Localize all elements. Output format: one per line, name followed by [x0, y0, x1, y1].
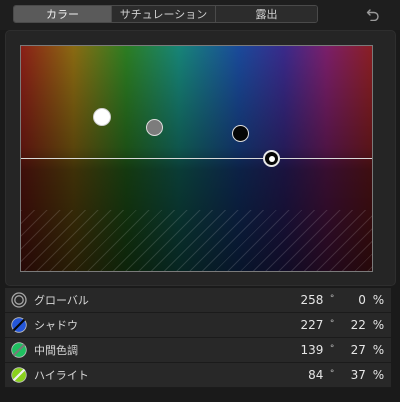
percent-symbol: %	[372, 368, 385, 382]
tab-exposure[interactable]: 露出	[216, 6, 317, 22]
amount-value[interactable]: 22	[339, 318, 366, 332]
amount-value[interactable]: 27	[339, 343, 366, 357]
negative-zone-hatch	[21, 210, 372, 271]
degree-symbol: °	[329, 319, 335, 329]
degree-symbol: °	[329, 369, 335, 379]
percent-symbol: %	[372, 318, 385, 332]
degree-symbol: °	[329, 294, 335, 304]
global-puck[interactable]	[93, 108, 111, 126]
highlights-swatch-icon	[11, 367, 27, 383]
list-item-highlights[interactable]: ハイライト 84 ° 37 %	[5, 363, 391, 388]
neutral-line	[21, 158, 372, 159]
color-board-panel	[5, 30, 396, 286]
undo-icon	[366, 9, 379, 21]
list-item-shadows[interactable]: シャドウ 227 ° 22 %	[5, 313, 391, 338]
parameter-list: グローバル 258 ° 0 % シャドウ 227 ° 22 % 中間色調 139…	[5, 288, 391, 388]
angle-value[interactable]: 139	[169, 343, 323, 357]
percent-symbol: %	[372, 343, 385, 357]
degree-symbol: °	[329, 344, 335, 354]
midtones-swatch-icon	[11, 342, 27, 358]
color-board[interactable]	[20, 45, 373, 272]
angle-value[interactable]: 227	[169, 318, 323, 332]
amount-value[interactable]: 37	[339, 368, 366, 382]
row-label: シャドウ	[34, 319, 78, 332]
tab-bar: カラー サチュレーション 露出	[0, 0, 400, 30]
row-label: ハイライト	[34, 369, 89, 382]
undo-button[interactable]	[362, 4, 384, 24]
highlights-puck[interactable]	[263, 150, 280, 167]
percent-symbol: %	[372, 293, 385, 307]
angle-value[interactable]: 258	[169, 293, 323, 307]
row-label: グローバル	[34, 294, 89, 307]
list-item-midtones[interactable]: 中間色調 139 ° 27 %	[5, 338, 391, 363]
list-item-global[interactable]: グローバル 258 ° 0 %	[5, 288, 391, 313]
tab-color[interactable]: カラー	[14, 6, 112, 22]
angle-value[interactable]: 84	[169, 368, 323, 382]
shadows-swatch-icon	[11, 317, 27, 333]
tab-saturation[interactable]: サチュレーション	[112, 6, 216, 22]
midtones-puck[interactable]	[146, 119, 163, 136]
global-swatch-icon	[11, 292, 27, 308]
shadows-puck[interactable]	[232, 125, 249, 142]
tab-segmented-control: カラー サチュレーション 露出	[13, 5, 318, 23]
amount-value[interactable]: 0	[339, 293, 366, 307]
row-label: 中間色調	[34, 344, 78, 357]
